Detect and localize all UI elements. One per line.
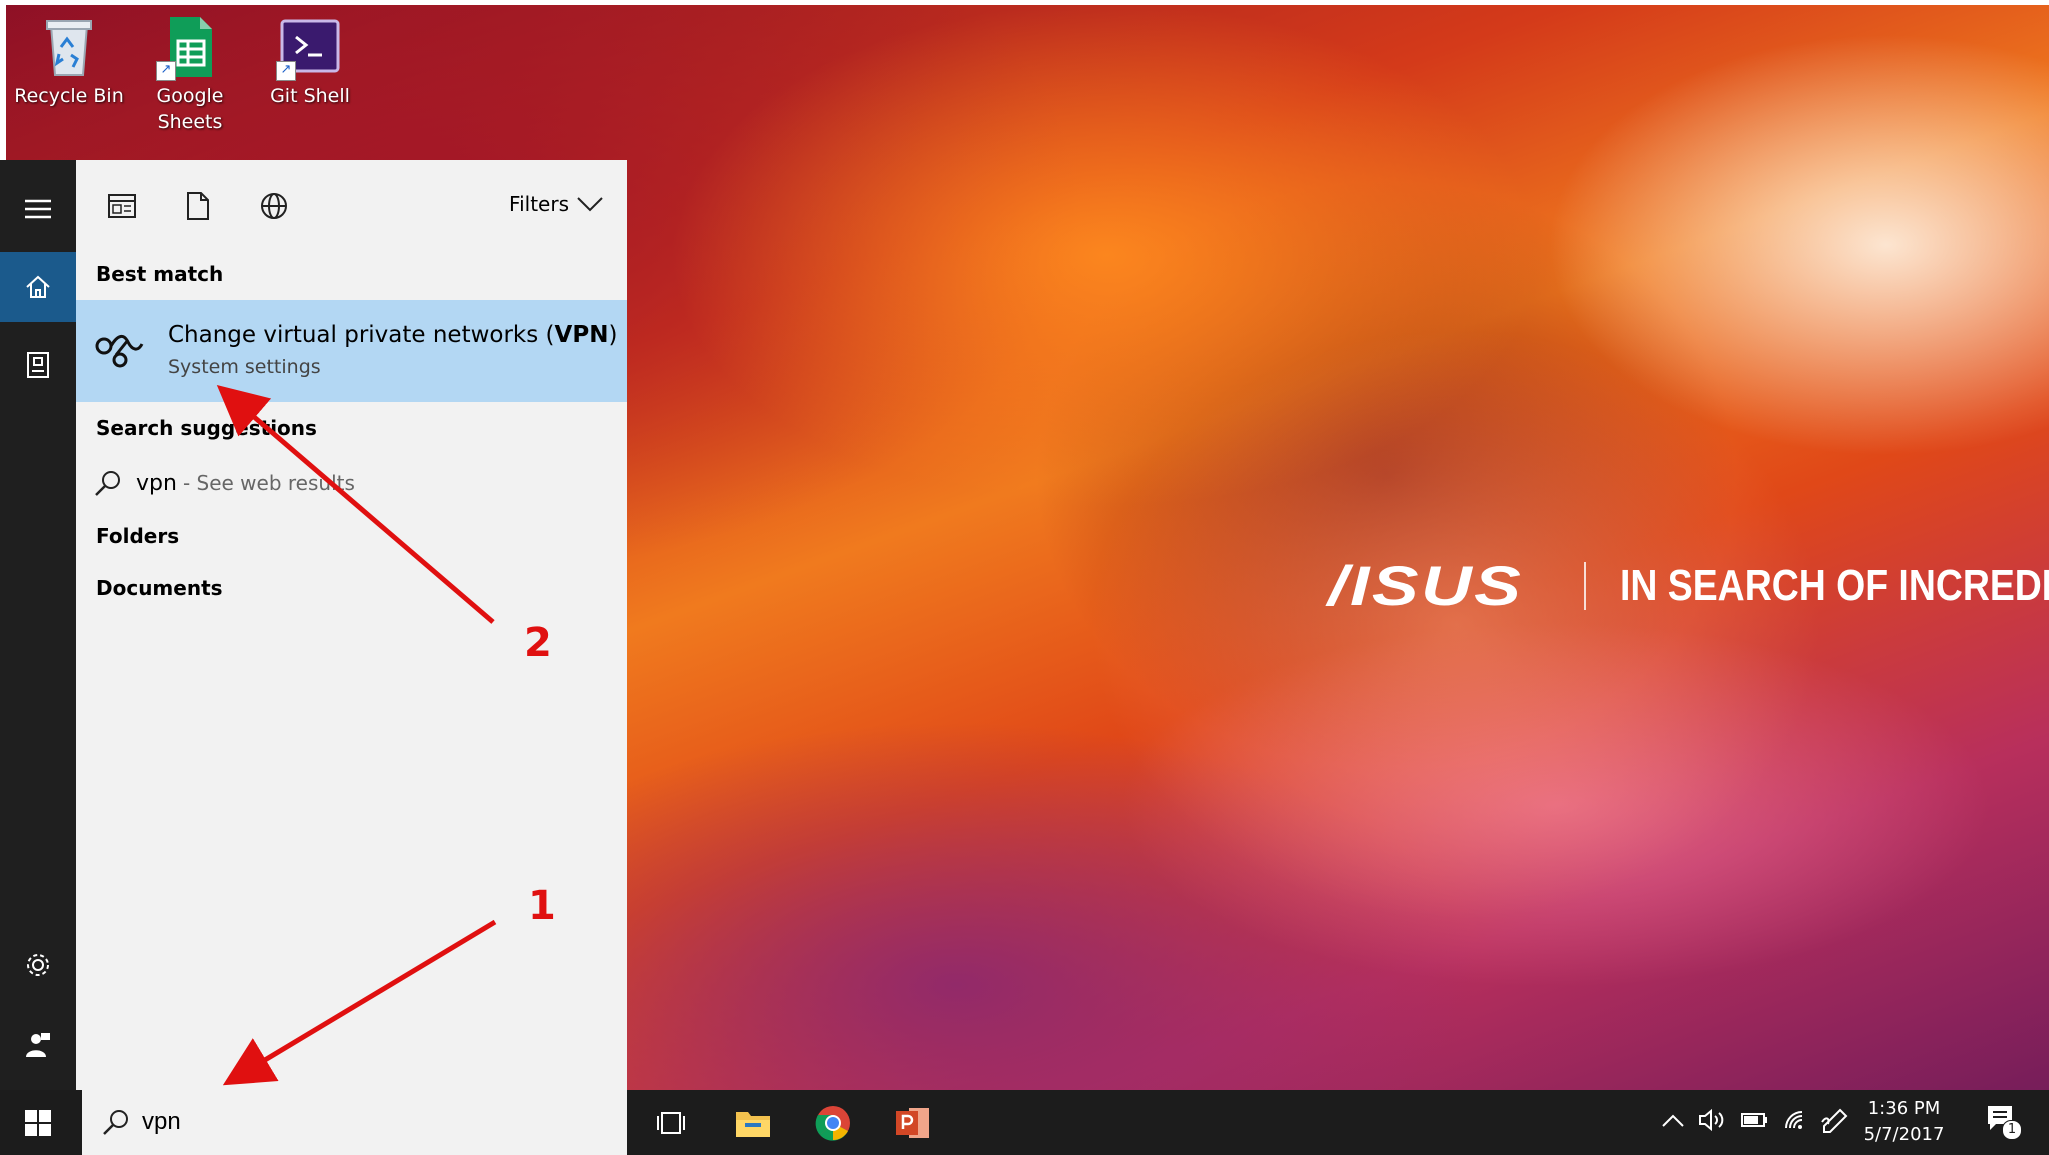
- chevron-up-icon: [1662, 1114, 1684, 1127]
- chrome-icon: [815, 1106, 850, 1141]
- task-view-button[interactable]: [648, 1100, 694, 1146]
- document-icon: [187, 192, 209, 220]
- search-suggestions-heading: Search suggestions: [96, 416, 317, 440]
- best-match-heading: Best match: [96, 262, 224, 286]
- search-input[interactable]: [142, 1104, 612, 1140]
- folders-heading[interactable]: Folders: [96, 524, 179, 548]
- desktop-icon-label: Git Shell: [270, 85, 350, 107]
- documents-scope-button[interactable]: [180, 188, 216, 224]
- gear-icon: [27, 954, 49, 976]
- chrome-button[interactable]: [810, 1100, 856, 1146]
- task-view-icon: [657, 1112, 685, 1134]
- start-button[interactable]: [0, 1090, 76, 1155]
- apps-icon: [108, 194, 136, 218]
- brand-logo: /ISUS: [1328, 554, 1524, 617]
- start-sidebar: [0, 160, 76, 1090]
- battery-icon: [1741, 1113, 1767, 1127]
- windows-logo-icon: [25, 1109, 51, 1136]
- notification-count-badge: 1: [2002, 1120, 2022, 1140]
- filters-button[interactable]: Filters: [509, 192, 603, 216]
- chevron-down-icon: [577, 197, 603, 212]
- best-match-title-suffix: ): [608, 322, 618, 348]
- action-center-button[interactable]: 1: [1986, 1104, 2022, 1143]
- volume-button[interactable]: [1698, 1108, 1728, 1137]
- annotation-label-1: 1: [528, 883, 556, 929]
- clock-date: 5/7/2017: [1863, 1124, 1945, 1145]
- battery-button[interactable]: [1740, 1108, 1770, 1135]
- web-scope-button[interactable]: [256, 188, 292, 224]
- taskbar-search-box[interactable]: [82, 1090, 627, 1155]
- clock-time: 1:36 PM: [1867, 1098, 1941, 1119]
- powerpoint-button[interactable]: [890, 1100, 936, 1146]
- speaker-icon: [1699, 1108, 1724, 1132]
- desktop-icon-label: Google Sheets: [156, 85, 224, 133]
- filters-label: Filters: [509, 192, 569, 216]
- vpn-icon: [95, 335, 144, 368]
- feedback-person-icon: [26, 1033, 50, 1057]
- suggestion-query: vpn: [136, 470, 177, 496]
- web-suggestion-item[interactable]: vpn - See web results: [94, 466, 355, 500]
- notebook-button[interactable]: [0, 330, 76, 400]
- annotation-label-2: 2: [524, 620, 552, 666]
- wifi-icon: [1785, 1111, 1803, 1129]
- search-scope-toolbar: Filters: [76, 160, 627, 250]
- home-button[interactable]: [0, 252, 76, 322]
- shortcut-arrow-icon: ↗: [156, 61, 176, 81]
- hamburger-icon: [25, 199, 51, 219]
- search-icon: [103, 1110, 128, 1135]
- best-match-subtitle: System settings: [168, 356, 321, 378]
- taskbar-clock[interactable]: 1:36 PM 5/7/2017: [1858, 1096, 1950, 1148]
- wallpaper-branding: /ISUS IN SEARCH OF INCREDIBLE: [1328, 553, 2049, 618]
- pen-workspace-button[interactable]: [1820, 1108, 1848, 1139]
- suggestion-hint: - See web results: [182, 471, 355, 495]
- brand-tagline: IN SEARCH OF INCREDIBLE: [1620, 560, 2049, 610]
- desktop-icon-recycle-bin[interactable]: Recycle Bin: [14, 15, 124, 109]
- recycle-bin-icon: [37, 15, 101, 79]
- best-match-title-bold: VPN: [554, 322, 609, 348]
- notebook-icon: [27, 352, 49, 378]
- file-explorer-button[interactable]: [730, 1100, 776, 1146]
- show-hidden-icons-button[interactable]: [1662, 1108, 1684, 1132]
- taskbar: 1:36 PM 5/7/2017 1: [0, 1090, 2049, 1155]
- git-shell-icon: ↗: [276, 15, 342, 81]
- globe-icon: [261, 193, 287, 219]
- google-sheets-icon: ↗: [156, 15, 222, 81]
- folder-icon: [736, 1112, 770, 1137]
- best-match-title: Change virtual private networks (VPN): [168, 322, 617, 348]
- network-button[interactable]: [1782, 1108, 1810, 1137]
- brand-divider: [1584, 561, 1587, 610]
- best-match-title-prefix: Change virtual private networks (: [168, 322, 555, 348]
- hamburger-menu-button[interactable]: [0, 174, 76, 244]
- desktop-icon-google-sheets[interactable]: ↗ Google Sheets: [135, 15, 245, 135]
- documents-heading[interactable]: Documents: [96, 576, 223, 600]
- best-match-result[interactable]: Change virtual private networks (VPN) Sy…: [76, 300, 627, 402]
- desktop-icon-git-shell[interactable]: ↗ Git Shell: [255, 15, 365, 109]
- powerpoint-icon: [896, 1108, 929, 1138]
- desktop-icon-label: Recycle Bin: [14, 85, 124, 107]
- settings-button[interactable]: [0, 930, 76, 1000]
- feedback-button[interactable]: [0, 1010, 76, 1080]
- shortcut-arrow-icon: ↗: [276, 61, 296, 81]
- search-icon: [95, 471, 120, 496]
- pen-icon: [1821, 1108, 1848, 1133]
- home-icon: [26, 275, 50, 298]
- apps-scope-button[interactable]: [104, 188, 140, 224]
